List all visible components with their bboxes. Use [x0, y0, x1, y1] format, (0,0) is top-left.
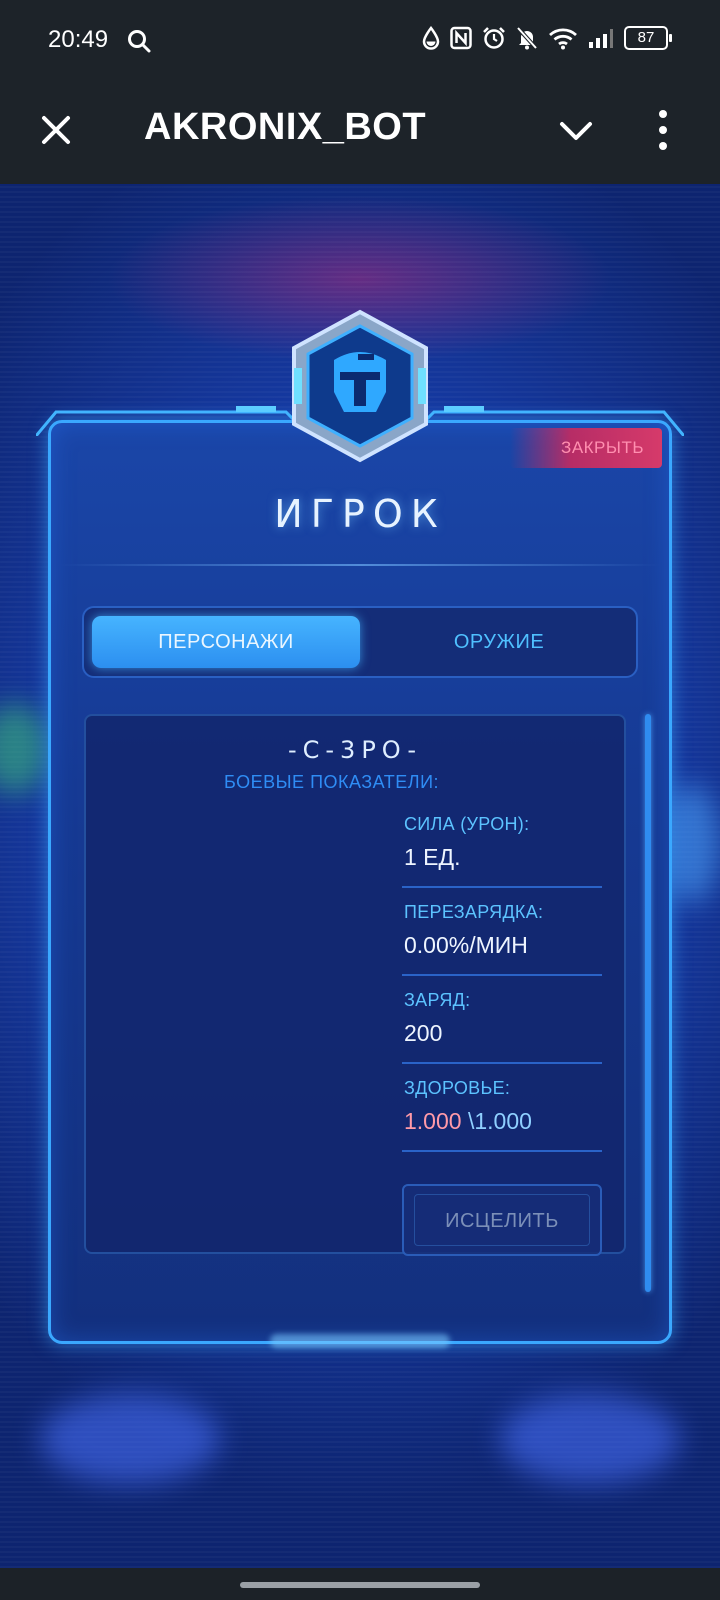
mute-icon [516, 26, 538, 50]
health-current: 1.000 [404, 1108, 462, 1134]
title-divider [60, 564, 660, 566]
game-viewport: ЗАКРЫТЬ ИГРОК ПЕРСОНАЖИ ОРУЖИЕ -C-3PO- Б… [0, 184, 720, 1568]
close-icon[interactable] [36, 110, 76, 150]
reload-value: 0.00%/МИН [404, 932, 528, 958]
scrollbar[interactable] [645, 714, 651, 1292]
drop-icon [422, 26, 440, 50]
wifi-icon [549, 28, 577, 50]
stats-heading: БОЕВЫЕ ПОКАЗАТЕЛИ: [224, 772, 440, 792]
health-max: \1.000 [467, 1108, 532, 1134]
system-nav-bar [0, 1568, 720, 1600]
stat-divider [402, 886, 602, 888]
signal-icon [589, 29, 613, 48]
alarm-icon [483, 27, 505, 49]
app-title: AKRONIX_BOT [144, 106, 427, 148]
background-glow [40, 1394, 220, 1484]
chevron-down-icon[interactable] [556, 114, 596, 148]
panel-bottom-glow [270, 1334, 450, 1348]
app-bar: AKRONIX_BOT [0, 82, 720, 184]
panel-title: ИГРОК [274, 492, 446, 536]
search-icon [128, 30, 151, 53]
background-glow [500, 1394, 680, 1484]
home-indicator[interactable] [240, 1582, 480, 1588]
status-time: 20:49 [48, 26, 109, 53]
health-value: 1.000 \1.000 [404, 1108, 532, 1135]
stat-divider [402, 974, 602, 976]
battery-icon: 87 [624, 26, 672, 50]
stat-divider [402, 1150, 602, 1152]
background-glow [0, 704, 50, 794]
status-bar: 20:49 87 [0, 0, 720, 82]
heal-button[interactable]: ИСЦЕЛИТЬ [402, 1184, 602, 1256]
power-value: 1 ЕД. [404, 844, 461, 870]
power-label: СИЛА (УРОН): [404, 814, 530, 834]
tab-characters[interactable]: ПЕРСОНАЖИ [92, 616, 360, 668]
charge-label: ЗАРЯД: [404, 990, 471, 1010]
tab-weapons[interactable]: ОРУЖИЕ [368, 616, 630, 668]
reload-label: ПЕРЕЗАРЯДКА: [404, 902, 544, 922]
heal-button-label: ИСЦЕЛИТЬ [414, 1194, 590, 1246]
character-card [84, 714, 626, 1254]
helmet-icon [292, 309, 428, 463]
close-button[interactable]: ЗАКРЫТЬ [510, 428, 662, 468]
more-vertical-icon[interactable] [656, 108, 670, 152]
health-label: ЗДОРОВЬЕ: [404, 1078, 511, 1098]
character-name: -C-3PO- [287, 736, 423, 764]
nfc-icon [450, 26, 472, 50]
stat-divider [402, 1062, 602, 1064]
status-icons: 87 [422, 26, 672, 50]
tab-bar: ПЕРСОНАЖИ ОРУЖИЕ [82, 606, 638, 678]
charge-value: 200 [404, 1020, 443, 1046]
